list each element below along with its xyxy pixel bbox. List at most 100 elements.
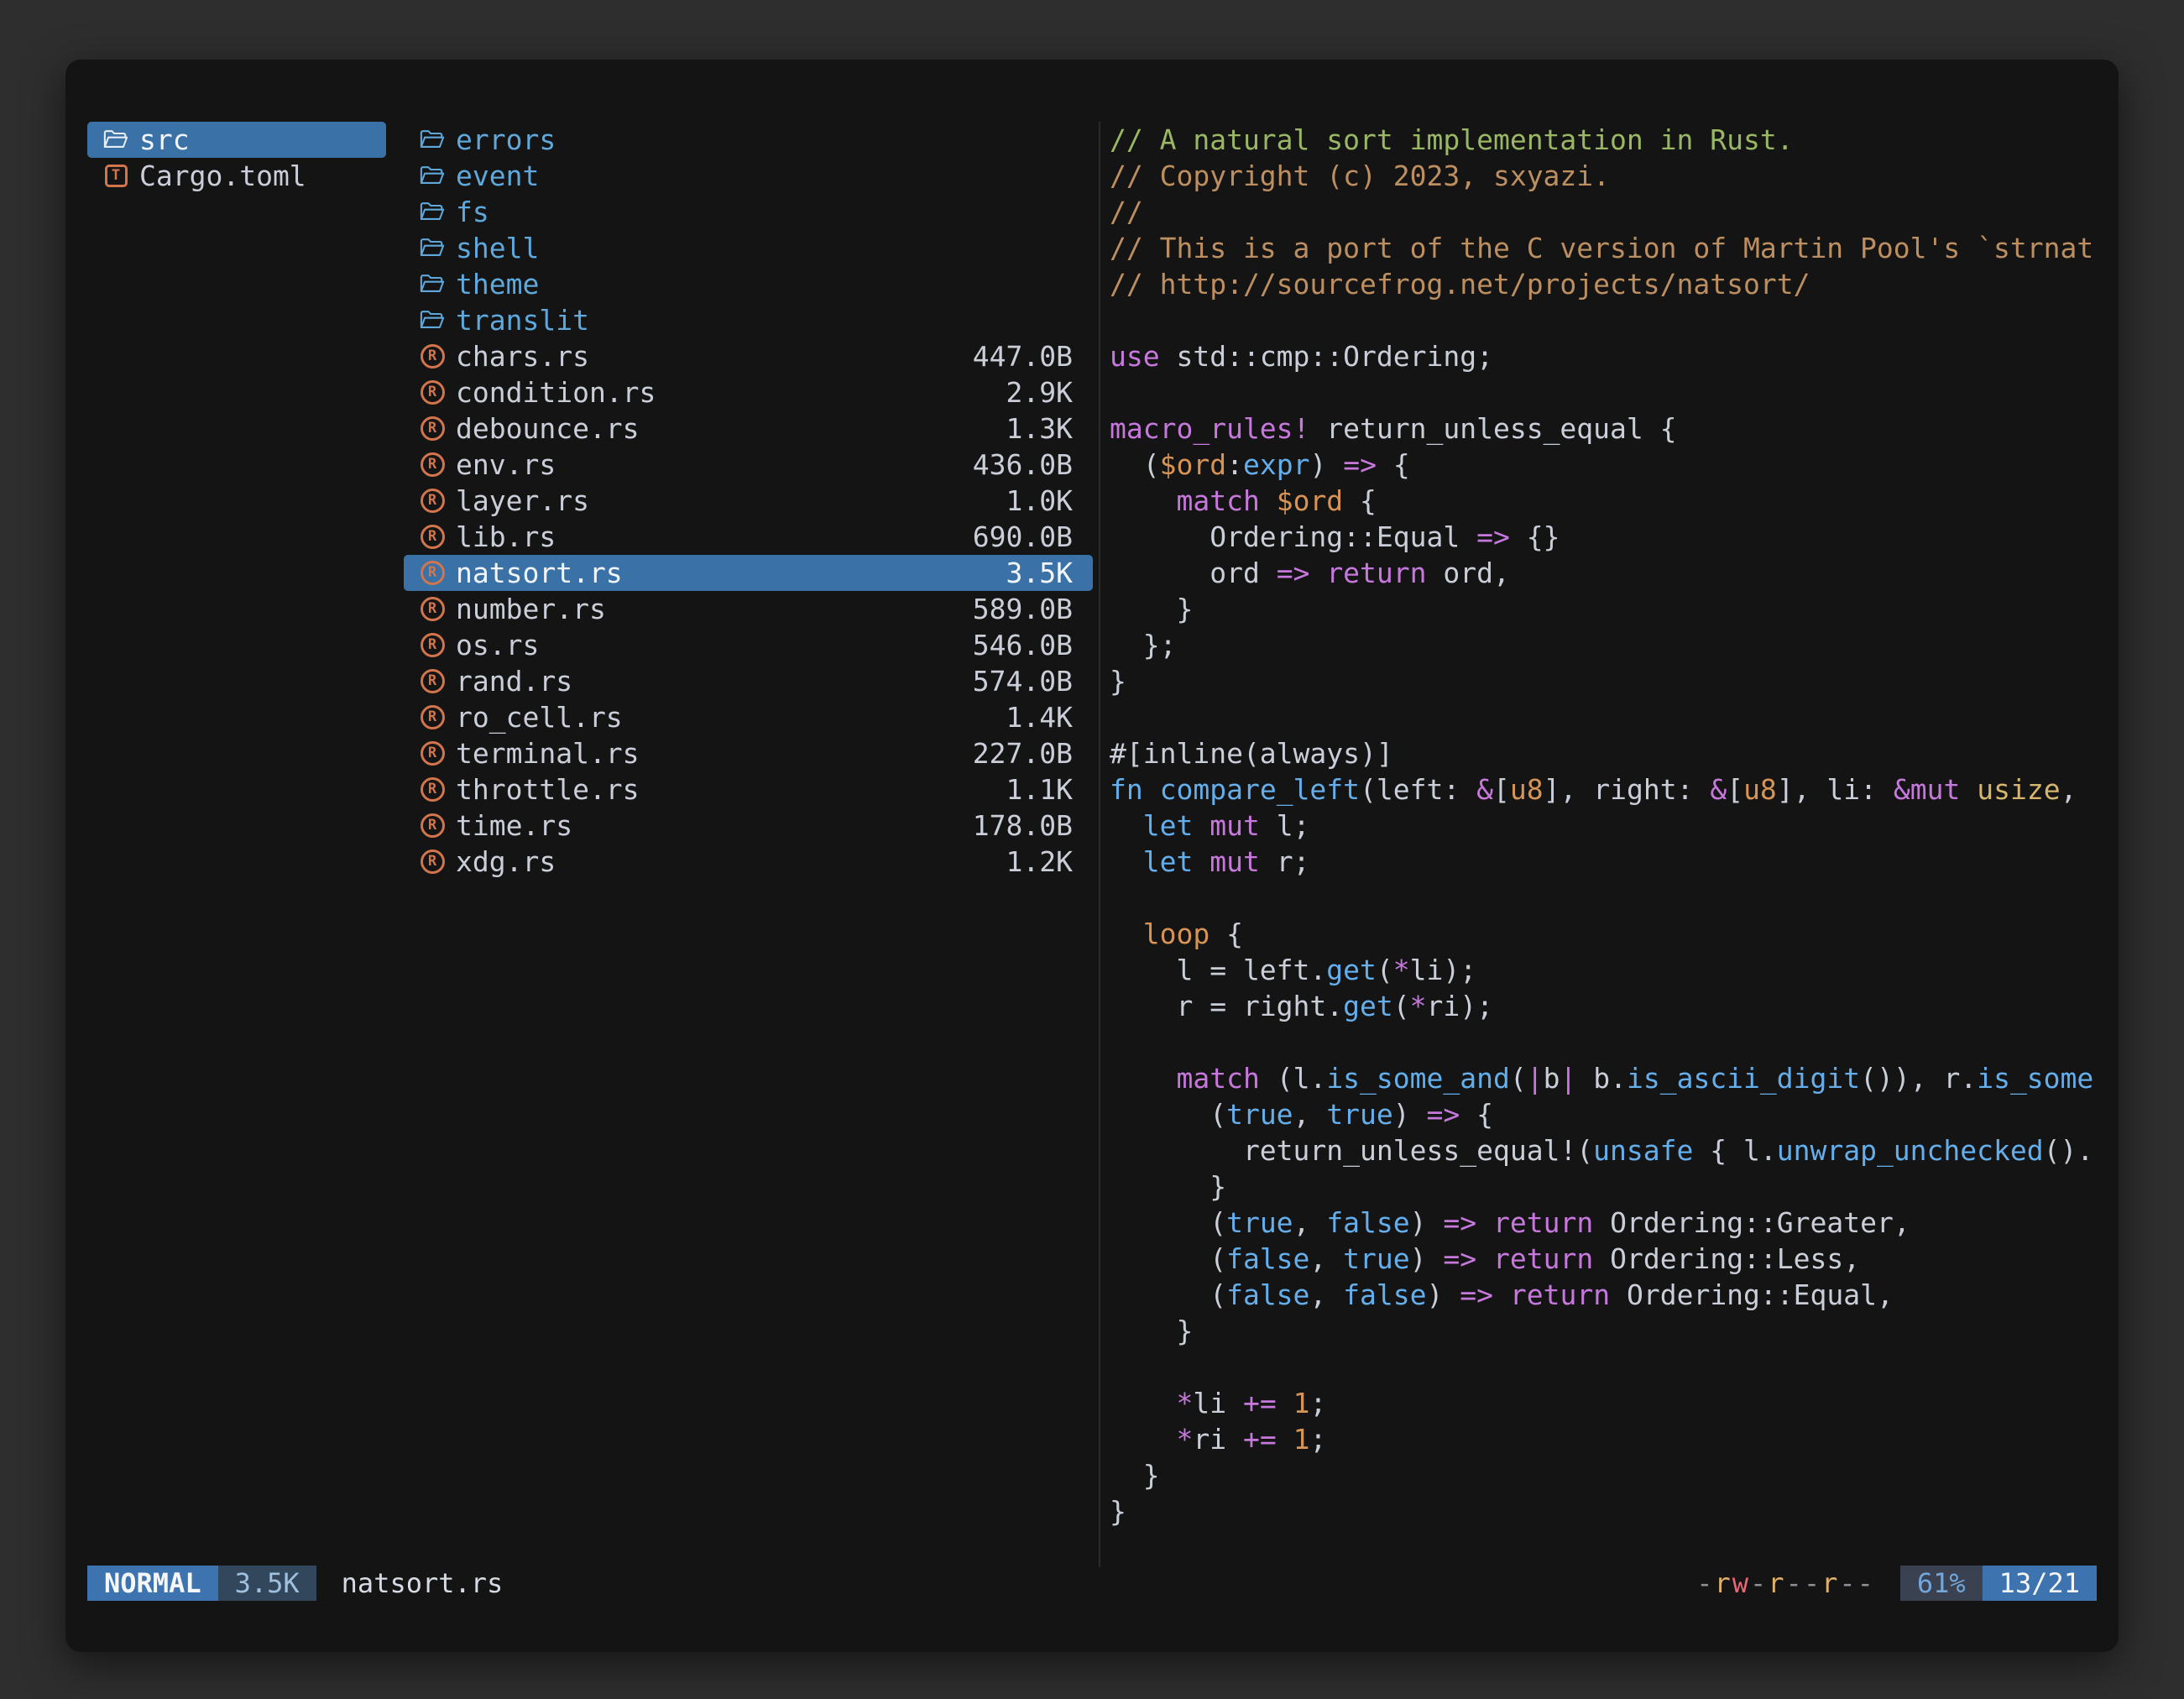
code-token: };	[1110, 629, 1176, 661]
code-line: ord => return ord,	[1110, 555, 2100, 591]
code-token: ,	[1309, 1242, 1343, 1275]
code-token: return	[1510, 1278, 1610, 1311]
code-line: ($ord:expr) => {	[1110, 447, 2100, 483]
code-token: // http://sourcefrog.net/projects/natsor…	[1110, 268, 1810, 301]
code-token: usize	[1977, 773, 2060, 806]
file-row[interactable]: translit	[404, 302, 1093, 338]
file-name: event	[456, 159, 539, 192]
code-token: (	[1110, 448, 1160, 481]
file-row[interactable]: Renv.rs436.0B	[404, 447, 1093, 483]
file-name: lib.rs	[456, 520, 556, 553]
code-token: {	[1377, 448, 1410, 481]
file-name: condition.rs	[456, 376, 656, 409]
code-line: macro_rules! return_unless_equal {	[1110, 410, 2100, 447]
file-row[interactable]: Rtime.rs178.0B	[404, 808, 1093, 844]
file-row[interactable]: event	[404, 158, 1093, 194]
code-token: (	[1110, 1242, 1226, 1275]
code-token: {	[1343, 484, 1377, 517]
toml-file-icon: T	[101, 165, 131, 187]
code-token: ()), r.	[1860, 1062, 1977, 1095]
code-token: (	[1110, 1278, 1226, 1311]
rust-file-icon: R	[417, 380, 447, 405]
code-token	[1143, 773, 1160, 806]
code-token: get	[1326, 954, 1377, 986]
code-line: (true, true) => {	[1110, 1096, 2100, 1132]
file-row[interactable]: theme	[404, 266, 1093, 302]
file-row[interactable]: Rro_cell.rs1.4K	[404, 699, 1093, 735]
code-token: }	[1110, 593, 1193, 625]
file-size: 1.4K	[1006, 701, 1073, 734]
file-size: 2.9K	[1006, 376, 1073, 409]
code-token: r = right.	[1110, 990, 1343, 1022]
file-row[interactable]: Rdebounce.rs1.3K	[404, 410, 1093, 447]
code-line: let mut r;	[1110, 844, 2100, 880]
file-size: 1.0K	[1006, 484, 1073, 517]
code-line: // http://sourcefrog.net/projects/natsor…	[1110, 266, 2100, 302]
code-token	[1110, 1062, 1176, 1095]
code-token	[1960, 773, 1977, 806]
code-token: true	[1226, 1098, 1293, 1131]
code-token	[1309, 557, 1326, 589]
file-row[interactable]: Rcondition.rs 2.9K	[404, 374, 1093, 410]
file-row[interactable]: fs	[404, 194, 1093, 230]
code-line: use std::cmp::Ordering;	[1110, 338, 2100, 374]
rust-file-icon: R	[417, 597, 447, 621]
rust-file-icon: R	[417, 452, 447, 477]
code-token: b.	[1576, 1062, 1627, 1095]
code-token: is_some_and	[1326, 1062, 1510, 1095]
code-line: }	[1110, 1457, 2100, 1493]
code-token: li	[1193, 1387, 1243, 1419]
file-row[interactable]: Rxdg.rs1.2K	[404, 844, 1093, 880]
code-token: //	[1110, 196, 1143, 228]
perm-char: -	[1786, 1567, 1804, 1599]
file-row-selected[interactable]: src	[87, 122, 386, 158]
code-token: ,	[2061, 773, 2077, 806]
file-row[interactable]: shell	[404, 230, 1093, 266]
code-token: {	[1460, 1098, 1493, 1131]
code-token: l = left.	[1110, 954, 1326, 986]
code-token: *	[1393, 954, 1410, 986]
code-line: match $ord {	[1110, 483, 2100, 519]
file-row-selected[interactable]: Rnatsort.rs3.5K	[404, 555, 1093, 591]
code-token	[1110, 484, 1176, 517]
code-token: )	[1309, 448, 1343, 481]
file-row[interactable]: Rchars.rs447.0B	[404, 338, 1093, 374]
file-row[interactable]: Rterminal.rs227.0B	[404, 735, 1093, 771]
code-token: [	[1493, 773, 1510, 806]
file-name: time.rs	[456, 809, 572, 842]
rust-file-icon: R	[417, 525, 447, 549]
code-line: match (l.is_some_and(|b| b.is_ascii_digi…	[1110, 1060, 2100, 1096]
code-line: }	[1110, 1493, 2100, 1529]
code-token: fn	[1110, 773, 1143, 806]
file-row[interactable]: errors	[404, 122, 1093, 158]
rust-file-icon: R	[417, 561, 447, 585]
code-token: $ord	[1277, 484, 1343, 517]
perm-char: -	[1839, 1567, 1857, 1599]
code-token: false	[1226, 1242, 1309, 1275]
code-token: Ordering::Equal,	[1610, 1278, 1894, 1311]
file-name: natsort.rs	[456, 557, 623, 589]
folder-open-icon	[417, 165, 447, 186]
code-token	[1110, 1423, 1176, 1456]
file-size: 1.3K	[1006, 412, 1073, 445]
code-line: let mut l;	[1110, 808, 2100, 844]
file-permissions: -rw-r--r--	[1696, 1567, 1875, 1599]
file-row[interactable]: Rnumber.rs589.0B	[404, 591, 1093, 627]
code-token: ri);	[1427, 990, 1493, 1022]
code-token: *	[1176, 1387, 1193, 1419]
file-row[interactable]: Rlayer.rs1.0K	[404, 483, 1093, 519]
file-row[interactable]: Rlib.rs690.0B	[404, 519, 1093, 555]
code-token: *	[1176, 1423, 1193, 1456]
code-token: get	[1343, 990, 1393, 1022]
code-token: =>	[1277, 557, 1310, 589]
code-token: )	[1410, 1206, 1444, 1239]
folder-open-icon	[101, 129, 131, 150]
code-token: {	[1210, 917, 1243, 950]
file-row[interactable]: TCargo.toml	[87, 158, 386, 194]
perm-char: r	[1768, 1567, 1785, 1599]
file-row[interactable]: Rthrottle.rs1.1K	[404, 771, 1093, 808]
file-row[interactable]: Ros.rs546.0B	[404, 627, 1093, 663]
code-token: =>	[1443, 1242, 1476, 1275]
code-token: // Copyright (c) 2023, sxyazi.	[1110, 159, 1610, 192]
file-row[interactable]: Rrand.rs574.0B	[404, 663, 1093, 699]
